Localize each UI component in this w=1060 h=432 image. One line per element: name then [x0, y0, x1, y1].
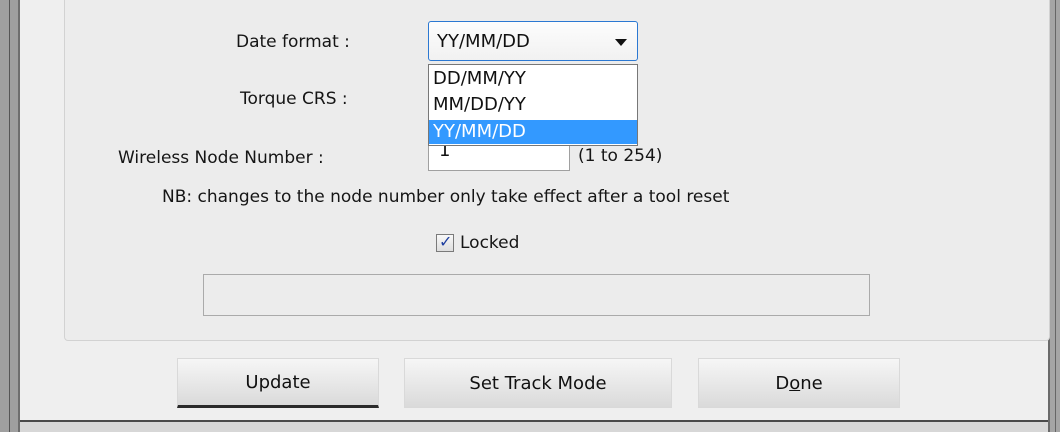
- dropdown-option-dd-mm-yy[interactable]: DD/MM/YY: [429, 67, 637, 91]
- locked-label[interactable]: Locked: [460, 233, 519, 253]
- node-reset-note: NB: changes to the node number only take…: [162, 187, 730, 207]
- date-format-label: Date format :: [236, 32, 350, 52]
- checkmark-icon: ✓: [439, 232, 453, 251]
- wireless-node-label: Wireless Node Number :: [118, 148, 324, 168]
- done-label-end: ne: [800, 372, 823, 394]
- status-field: [203, 274, 870, 316]
- done-label-start: D: [775, 372, 790, 394]
- window-frame-left: [0, 0, 20, 432]
- locked-checkbox[interactable]: ✓: [436, 232, 454, 252]
- date-format-dropdown[interactable]: DD/MM/YY MM/DD/YY YY/MM/DD: [428, 64, 638, 146]
- done-button[interactable]: Do ne: [698, 358, 900, 408]
- dropdown-option-mm-dd-yy[interactable]: MM/DD/YY: [429, 93, 637, 117]
- done-mnemonic: o: [789, 372, 801, 394]
- wireless-node-input[interactable]: 1: [428, 145, 570, 171]
- window-frame-right-line: [1055, 0, 1056, 432]
- set-track-mode-button[interactable]: Set Track Mode: [404, 358, 672, 408]
- node-range-label: (1 to 254): [578, 146, 663, 166]
- chevron-down-icon[interactable]: [615, 39, 627, 46]
- update-button[interactable]: Update: [177, 358, 379, 408]
- torque-crs-label: Torque CRS :: [240, 89, 348, 109]
- wireless-node-value: 1: [439, 145, 451, 161]
- date-format-select[interactable]: YY/MM/DD: [428, 21, 638, 61]
- date-format-value: YY/MM/DD: [437, 31, 530, 52]
- window-frame-inner-line: [9, 0, 10, 432]
- dropdown-option-yy-mm-dd[interactable]: YY/MM/DD: [429, 120, 637, 144]
